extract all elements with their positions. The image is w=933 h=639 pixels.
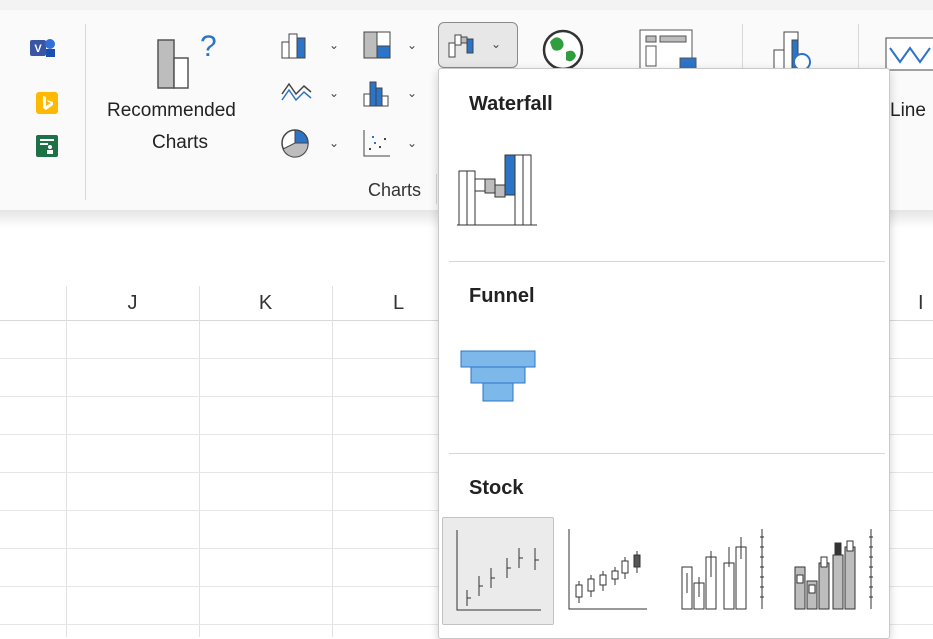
ribbon-separator	[742, 24, 743, 74]
column-divider	[332, 286, 333, 637]
column-chart-icon[interactable]	[280, 30, 312, 60]
column-header-k[interactable]: K	[199, 270, 332, 321]
waterfall-stock-chart-button[interactable]: ⌄	[438, 22, 518, 68]
volume-open-high-low-close-chart-option[interactable]	[787, 517, 887, 623]
waterfall-chart-icon	[448, 34, 474, 58]
svg-text:V: V	[34, 43, 42, 55]
chevron-down-icon[interactable]: ⌄	[329, 38, 339, 52]
waterfall-chart-icon	[457, 154, 537, 226]
high-low-close-icon	[456, 530, 541, 611]
people-graph-icon[interactable]	[36, 135, 58, 157]
visio-icon[interactable]: V	[30, 36, 58, 60]
bing-icon[interactable]	[36, 92, 58, 114]
recommended-charts-icon: ?	[157, 30, 217, 89]
section-title-funnel: Funnel	[469, 285, 535, 307]
column-divider	[199, 286, 200, 637]
pie-chart-icon[interactable]	[280, 128, 310, 158]
chevron-down-icon[interactable]: ⌄	[329, 86, 339, 100]
chevron-down-icon[interactable]: ⌄	[329, 136, 339, 150]
3d-map-icon[interactable]	[770, 26, 816, 72]
section-title-stock: Stock	[469, 477, 524, 499]
column-header-left-partial[interactable]	[0, 270, 66, 321]
recommended-charts-label-line2: Charts	[152, 132, 208, 153]
recommended-charts-label-line1: Recommended	[107, 100, 236, 121]
section-title-waterfall: Waterfall	[469, 93, 553, 115]
open-high-low-close-chart-option[interactable]	[557, 517, 667, 623]
maps-chart-icon[interactable]	[540, 28, 586, 72]
volume-open-high-low-close-icon	[794, 529, 873, 610]
volume-high-low-close-icon	[681, 529, 764, 610]
chevron-down-icon: ⌄	[491, 37, 502, 51]
high-low-close-chart-option[interactable]	[442, 517, 554, 625]
svg-text:?: ?	[200, 30, 217, 63]
funnel-chart-option[interactable]	[451, 331, 563, 431]
chevron-down-icon[interactable]: ⌄	[407, 38, 417, 52]
chevron-down-icon[interactable]: ⌄	[407, 136, 417, 150]
line-sparkline-label[interactable]: Line	[890, 100, 926, 122]
column-divider	[66, 286, 67, 637]
volume-high-low-close-chart-option[interactable]	[672, 517, 782, 623]
partial-column-label: I	[918, 292, 924, 314]
charts-group-label: Charts	[368, 180, 422, 200]
section-divider	[449, 453, 885, 454]
ribbon-separator	[85, 24, 86, 200]
chevron-down-icon[interactable]: ⌄	[407, 86, 417, 100]
pivot-chart-icon[interactable]	[638, 28, 700, 72]
statistic-chart-icon[interactable]	[362, 80, 392, 108]
recommended-charts-button[interactable]: ? Recommended Charts	[100, 20, 270, 170]
waterfall-chart-option[interactable]	[451, 137, 563, 237]
ribbon-separator	[858, 24, 859, 74]
ribbon-separator	[436, 174, 437, 204]
line-sparkline-icon[interactable]	[884, 34, 933, 74]
hierarchy-chart-icon[interactable]	[362, 30, 392, 60]
open-high-low-close-icon	[568, 529, 647, 610]
section-divider	[449, 261, 885, 262]
ribbon-top-strip	[0, 0, 933, 10]
line-chart-icon[interactable]	[280, 80, 314, 106]
funnel-chart-icon	[460, 350, 536, 402]
column-header-right-partial[interactable]: I	[888, 270, 933, 321]
scatter-chart-icon[interactable]	[362, 128, 392, 158]
waterfall-stock-chart-menu: Waterfall Funnel Stock	[438, 68, 890, 639]
column-header-j[interactable]: J	[66, 270, 199, 321]
